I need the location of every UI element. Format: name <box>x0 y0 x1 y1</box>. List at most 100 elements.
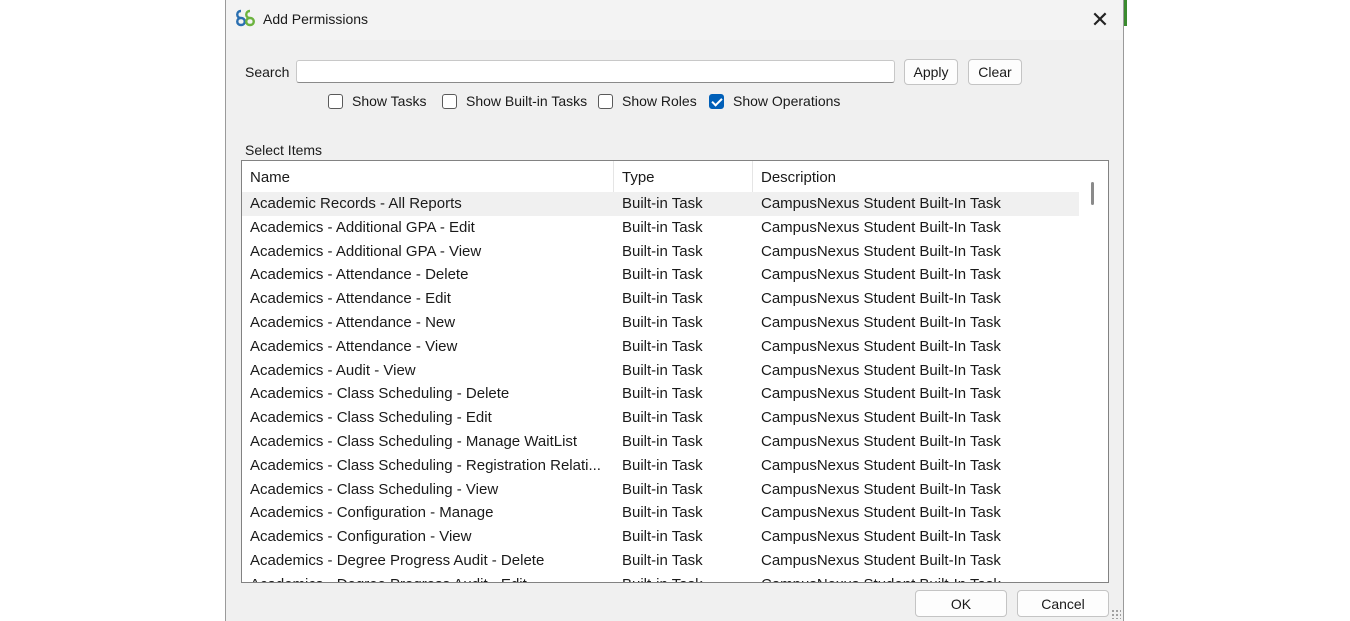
checkmark-icon[interactable] <box>709 93 724 109</box>
list-row[interactable]: Academics - Class Scheduling - Manage Wa… <box>242 430 1080 454</box>
list-row[interactable]: Academics - Attendance - New Built-in Tas… <box>242 311 1080 335</box>
list-row[interactable]: Academics - Configuration - View Built-in… <box>242 525 1080 549</box>
list-row[interactable]: Academics - Class Scheduling - Delete Bui… <box>242 382 1080 406</box>
cell-type: Built-in Task <box>622 266 703 284</box>
cell-description: CampusNexus Student Built-In Task <box>761 313 1001 331</box>
cell-name: Academics - Class Scheduling - Delete <box>250 385 510 403</box>
cell-description: CampusNexus Student Built-In Task <box>761 504 1001 522</box>
cell-type: Built-in Task <box>622 361 703 379</box>
cell-name: Academics - Class Scheduling - View <box>250 480 499 498</box>
apply-button[interactable]: Apply <box>904 59 958 85</box>
list-row[interactable]: Academics - Attendance - Edit Built-in Ta… <box>242 287 1080 311</box>
cell-name: Academics - Attendance - View <box>250 337 458 355</box>
list-rows: Academic Records - All Reports Built-in T… <box>242 192 1080 582</box>
cell-name: Academics - Additional GPA - View <box>250 242 482 260</box>
cell-type: Built-in Task <box>622 218 703 236</box>
cell-name: Academics - Degree Progress Audit - Dele… <box>250 551 545 569</box>
list-row[interactable]: Academics - Additional GPA - View Built-i… <box>242 240 1080 264</box>
list-row[interactable]: Academics - Class Scheduling - Edit Built… <box>242 406 1080 430</box>
checkbox-label: Show Operations <box>733 93 841 109</box>
resize-grip-icon[interactable] <box>1111 609 1121 619</box>
list-row[interactable]: Academics - Class Scheduling - Registrat… <box>242 454 1080 478</box>
list-row[interactable]: Academics - Attendance - View Built-in Ta… <box>242 335 1080 359</box>
cell-description: CampusNexus Student Built-In Task <box>761 409 1001 427</box>
cell-name: Academics - Audit - View <box>250 361 416 379</box>
cell-name: Academics - Attendance - Edit <box>250 290 451 308</box>
app-logo-icon <box>236 9 255 27</box>
list-row[interactable]: Academics - Additional GPA - Edit Built-i… <box>242 216 1080 240</box>
cell-description: CampusNexus Student Built-In Task <box>761 361 1001 379</box>
show-roles-checkbox[interactable]: Show Roles <box>598 93 697 109</box>
cell-name: Academics - Class Scheduling - Registrat… <box>250 456 601 474</box>
list-header: Name Type Description <box>242 161 1080 193</box>
ok-button[interactable]: OK <box>915 590 1007 617</box>
cell-type: Built-in Task <box>622 504 703 522</box>
cell-name: Academics - Attendance - New <box>250 313 456 331</box>
column-header-type[interactable]: Type <box>614 161 753 192</box>
list-row[interactable]: Academics - Degree Progress Audit - Edit… <box>242 573 1080 582</box>
close-button[interactable]: ✕ <box>1077 0 1123 40</box>
cell-name: Academics - Class Scheduling - Edit <box>250 409 492 427</box>
scrollbar-thumb[interactable] <box>1091 182 1094 205</box>
list-row[interactable]: Academics - Class Scheduling - View Built… <box>242 478 1080 502</box>
cell-description: CampusNexus Student Built-In Task <box>761 266 1001 284</box>
cell-type: Built-in Task <box>622 290 703 308</box>
cell-name: Academics - Additional GPA - Edit <box>250 218 475 236</box>
window-title: Add Permissions <box>263 11 369 27</box>
cell-type: Built-in Task <box>622 409 703 427</box>
cell-type: Built-in Task <box>622 551 703 569</box>
list-row[interactable]: Academics - Configuration - Manage Built-… <box>242 501 1080 525</box>
cell-name: Academics - Attendance - Delete <box>250 266 469 284</box>
clear-button[interactable]: Clear <box>968 59 1022 85</box>
cell-description: CampusNexus Student Built-In Task <box>761 337 1001 355</box>
cell-type: Built-in Task <box>622 337 703 355</box>
cell-type: Built-in Task <box>622 242 703 260</box>
search-input[interactable] <box>296 60 895 83</box>
cell-description: CampusNexus Student Built-In Task <box>761 385 1001 403</box>
cell-type: Built-in Task <box>622 195 703 212</box>
vertical-scrollbar[interactable] <box>1079 161 1108 582</box>
show-tasks-checkbox[interactable]: Show Tasks <box>328 93 426 109</box>
title-bar[interactable]: Add Permissions ✕ <box>226 0 1123 40</box>
checkbox-label: Show Built-in Tasks <box>466 93 588 109</box>
cell-name: Academic Records - All Reports <box>250 195 462 212</box>
select-items-label: Select Items <box>245 142 323 158</box>
cancel-button[interactable]: Cancel <box>1017 590 1109 617</box>
checkbox-box[interactable] <box>328 93 343 109</box>
cell-type: Built-in Task <box>622 432 703 450</box>
checkbox-label: Show Roles <box>622 93 697 109</box>
cell-description: CampusNexus Student Built-In Task <box>761 218 1001 236</box>
checkbox-label: Show Tasks <box>352 93 427 109</box>
add-permissions-dialog: Add Permissions ✕ Search Apply Clear Sho… <box>225 0 1124 621</box>
list-row[interactable]: Academics - Audit - View Built-in Task Cam… <box>242 359 1080 383</box>
cell-description: CampusNexus Student Built-In Task <box>753 573 1080 582</box>
list-row[interactable]: Academics - Attendance - Delete Built-in … <box>242 263 1080 287</box>
cell-description: CampusNexus Student Built-In Task <box>761 290 1001 308</box>
cell-type: Built-in Task <box>622 480 703 498</box>
column-header-name[interactable]: Name <box>242 161 614 192</box>
items-list[interactable]: Name Type Description Academic Records -… <box>241 160 1109 583</box>
search-label: Search <box>245 64 290 80</box>
cell-name: Academics - Configuration - Manage <box>250 504 494 522</box>
cell-type: Built-in Task <box>622 456 703 474</box>
background-window-edge <box>1124 0 1127 26</box>
checkbox-box[interactable] <box>442 93 457 109</box>
cell-name: Academics - Class Scheduling - Manage Wa… <box>250 432 578 450</box>
cell-type: Built-in Task <box>622 528 703 546</box>
cell-name: Academics - Degree Progress Audit - Edit <box>242 573 614 582</box>
close-icon[interactable]: ✕ <box>1091 7 1109 33</box>
show-operations-checkbox[interactable]: Show Operations <box>709 93 840 109</box>
cell-description: CampusNexus Student Built-In Task <box>761 528 1001 546</box>
show-built-in-tasks-checkbox[interactable]: Show Built-in Tasks <box>442 93 587 109</box>
cell-description: CampusNexus Student Built-In Task <box>761 480 1001 498</box>
list-row[interactable]: Academics - Degree Progress Audit - Dele… <box>242 549 1080 573</box>
cell-type: Built-in Task <box>614 573 753 582</box>
checkbox-box[interactable] <box>598 93 613 109</box>
cell-description: CampusNexus Student Built-In Task <box>761 432 1001 450</box>
cell-description: CampusNexus Student Built-In Task <box>761 551 1001 569</box>
cell-description: CampusNexus Student Built-In Task <box>761 195 1001 212</box>
column-header-description[interactable]: Description <box>753 161 1080 192</box>
cell-description: CampusNexus Student Built-In Task <box>761 456 1001 474</box>
list-row[interactable]: Academic Records - All Reports Built-in T… <box>242 192 1080 216</box>
cell-name: Academics - Configuration - View <box>250 528 472 546</box>
